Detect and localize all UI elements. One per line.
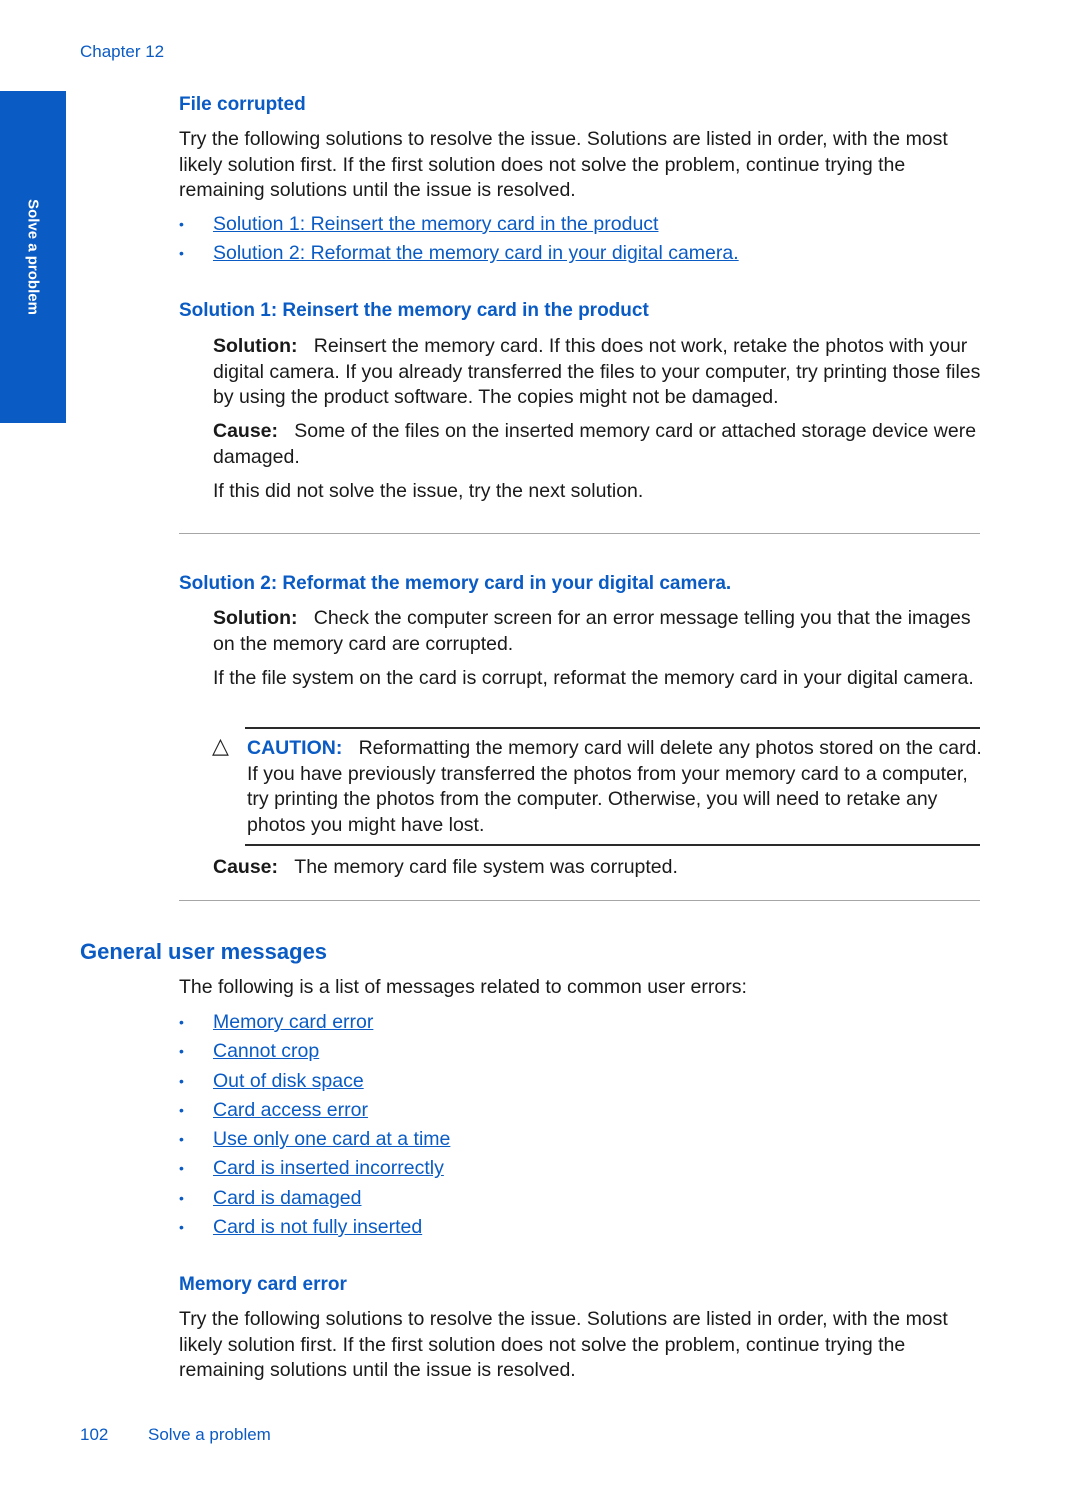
solution-text: Reinsert the memory card. If this does n… <box>213 335 981 408</box>
list-item: • Card is inserted incorrectly <box>179 1154 979 1183</box>
link-card-is-damaged[interactable]: Card is damaged <box>213 1187 362 1209</box>
chapter-label: Chapter 12 <box>80 42 165 61</box>
caution-label: CAUTION: <box>247 737 343 759</box>
caution-icon: △ <box>212 733 229 758</box>
file-corrupted-solution-links: • Solution 1: Reinsert the memory card i… <box>179 210 979 269</box>
page-number: 102 <box>80 1425 109 1444</box>
list-item: • Solution 1: Reinsert the memory card i… <box>179 210 979 239</box>
bullet-icon: • <box>179 1014 184 1030</box>
side-tab: Solve a problem <box>0 91 66 423</box>
side-tab-label: Solve a problem <box>24 199 42 315</box>
section-title-file-corrupted: File corrupted <box>179 94 306 115</box>
solution-text: Check the computer screen for an error m… <box>213 607 971 655</box>
caution-text: Reformatting the memory card will delete… <box>247 737 982 836</box>
cause-label: Cause: <box>213 856 279 878</box>
link-use-only-one-card[interactable]: Use only one card at a time <box>213 1128 450 1150</box>
list-item: • Out of disk space <box>179 1067 979 1096</box>
solution-2-cause: Cause: The memory card file system was c… <box>213 855 983 881</box>
solution-1-next: If this did not solve the issue, try the… <box>213 480 644 502</box>
caution-bottom-rule <box>245 844 980 846</box>
bullet-icon: • <box>179 1072 184 1089</box>
list-item: • Card is not fully inserted <box>179 1213 979 1242</box>
list-item: • Solution 2: Reformat the memory card i… <box>179 239 979 268</box>
list-item: • Cannot crop <box>179 1037 979 1066</box>
bullet-icon: • <box>179 216 184 232</box>
bullet-icon: • <box>179 1043 184 1060</box>
solution-1-cause: Cause: Some of the files on the inserted… <box>213 419 983 470</box>
list-item: • Card access error <box>179 1096 979 1125</box>
link-card-access-error[interactable]: Card access error <box>213 1099 368 1121</box>
general-messages-links: • Memory card error • Cannot crop • Out of … <box>179 1008 979 1242</box>
general-messages-intro: The following is a list of messages rela… <box>179 976 747 998</box>
solution-2-extra: If the file system on the card is corrup… <box>213 667 974 689</box>
caution-note: CAUTION: Reformatting the memory card wi… <box>247 736 983 838</box>
list-item: • Use only one card at a time <box>179 1125 979 1154</box>
solution-1-solution: Solution: Reinsert the memory card. If t… <box>213 334 983 411</box>
caution-top-rule <box>245 727 980 729</box>
link-cannot-crop[interactable]: Cannot crop <box>213 1040 319 1062</box>
memory-card-error-intro: Try the following solutions to resolve t… <box>179 1308 948 1381</box>
cause-text: The memory card file system was corrupte… <box>294 856 678 878</box>
link-solution-1[interactable]: Solution 1: Reinsert the memory card in … <box>213 213 658 235</box>
footer-section-label: Solve a problem <box>148 1425 271 1444</box>
solution-2-title: Solution 2: Reformat the memory card in … <box>179 573 732 594</box>
bullet-icon: • <box>179 1131 184 1148</box>
link-card-inserted-incorrectly[interactable]: Card is inserted incorrectly <box>213 1157 444 1179</box>
link-card-not-fully-inserted[interactable]: Card is not fully inserted <box>213 1216 422 1238</box>
divider <box>179 533 980 534</box>
link-out-of-disk-space[interactable]: Out of disk space <box>213 1070 364 1092</box>
solution-label: Solution: <box>213 335 298 357</box>
solution-1-title: Solution 1: Reinsert the memory card in … <box>179 300 649 321</box>
bullet-icon: • <box>179 1189 184 1206</box>
section-title-general-user-messages: General user messages <box>80 939 328 964</box>
file-corrupted-intro: Try the following solutions to resolve t… <box>179 128 948 201</box>
list-item: • Memory card error <box>179 1008 979 1037</box>
bullet-icon: • <box>179 1101 184 1118</box>
cause-label: Cause: <box>213 420 279 442</box>
link-solution-2[interactable]: Solution 2: Reformat the memory card in … <box>213 242 739 264</box>
section-title-memory-card-error: Memory card error <box>179 1274 347 1295</box>
cause-text: Some of the files on the inserted memory… <box>213 420 977 468</box>
list-item: • Card is damaged <box>179 1184 979 1213</box>
bullet-icon: • <box>179 1219 184 1236</box>
bullet-icon: • <box>179 1160 184 1177</box>
link-memory-card-error[interactable]: Memory card error <box>213 1011 373 1033</box>
divider <box>179 900 980 901</box>
solution-label: Solution: <box>213 607 298 629</box>
bullet-icon: • <box>179 245 184 262</box>
solution-2-solution: Solution: Check the computer screen for … <box>213 606 983 657</box>
